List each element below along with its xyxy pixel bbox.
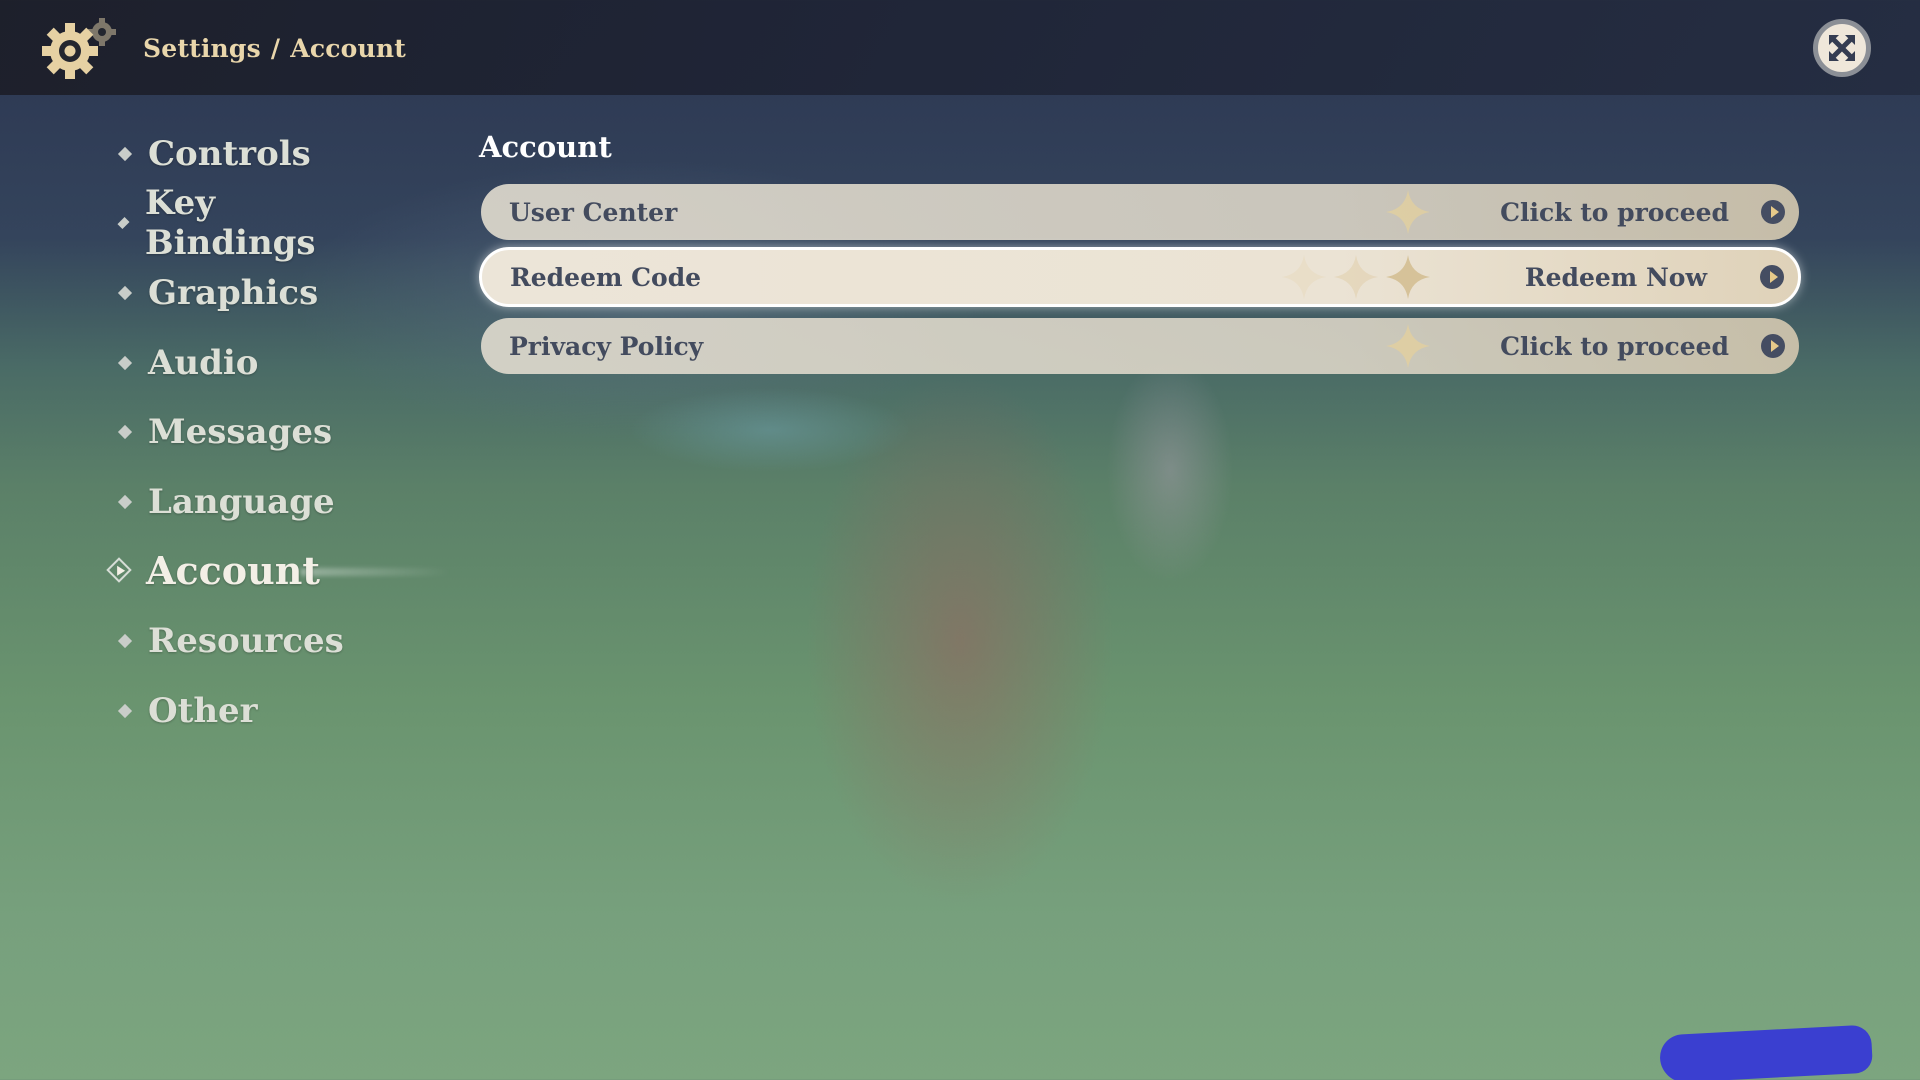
user-center-row[interactable]: User Center Click to proceed <box>481 184 1799 240</box>
sidebar-item-label: Other <box>148 691 258 731</box>
row-action: Click to proceed <box>1500 197 1729 227</box>
selection-glow <box>300 568 450 576</box>
sidebar-item-graphics[interactable]: Graphics <box>115 268 318 318</box>
arrow-right-icon <box>1761 200 1785 224</box>
sidebar-item-key-bindings[interactable]: Key Bindings <box>115 183 319 263</box>
redaction-scribble <box>1658 1024 1874 1080</box>
diamond-bullet-icon <box>117 424 133 440</box>
close-icon <box>1829 35 1855 61</box>
row-action: Redeem Now <box>1524 262 1707 292</box>
row-label: Privacy Policy <box>509 331 704 361</box>
sparkle-icon <box>1386 255 1430 299</box>
sidebar-item-account[interactable]: Account <box>106 545 320 595</box>
close-button[interactable] <box>1813 19 1871 77</box>
row-label: User Center <box>509 197 678 227</box>
breadcrumb-separator: / <box>270 33 281 63</box>
sidebar-item-controls[interactable]: Controls <box>115 129 311 179</box>
breadcrumb: Settings / Account <box>143 30 406 66</box>
gear-icon <box>42 18 116 79</box>
redeem-code-row[interactable]: Redeem Code Redeem Now <box>479 247 1801 307</box>
sparkle-icon <box>1334 255 1378 299</box>
row-action: Click to proceed <box>1500 331 1729 361</box>
row-label: Redeem Code <box>510 262 702 292</box>
selected-diamond-icon <box>106 557 132 583</box>
arrow-right-icon <box>1761 334 1785 358</box>
sparkle-icon <box>1282 255 1326 299</box>
arrow-right-icon <box>1760 265 1784 289</box>
sidebar-item-other[interactable]: Other <box>115 686 258 736</box>
diamond-bullet-icon <box>117 146 133 162</box>
sidebar-item-messages[interactable]: Messages <box>115 407 332 457</box>
sidebar-item-label: Graphics <box>148 273 319 313</box>
sparkle-icon <box>1386 190 1430 234</box>
diamond-bullet-icon <box>117 285 133 301</box>
sidebar-item-label: Language <box>148 482 335 522</box>
diamond-bullet-icon <box>117 217 130 229</box>
diamond-bullet-icon <box>117 633 133 649</box>
diamond-bullet-icon <box>117 703 133 719</box>
diamond-bullet-icon <box>117 355 133 371</box>
sidebar-item-resources[interactable]: Resources <box>115 616 344 666</box>
sparkle-icon <box>1386 324 1430 368</box>
top-bar: Settings / Account <box>0 0 1920 95</box>
section-title: Account <box>479 130 612 164</box>
sidebar-item-label: Key Bindings <box>144 183 316 263</box>
breadcrumb-settings[interactable]: Settings <box>143 34 261 63</box>
sidebar-item-label: Messages <box>148 412 333 452</box>
sidebar-item-label: Controls <box>148 134 311 174</box>
sidebar-item-audio[interactable]: Audio <box>115 338 258 388</box>
sidebar-item-language[interactable]: Language <box>115 477 335 527</box>
sidebar-item-label: Audio <box>148 343 259 383</box>
sidebar-item-label: Resources <box>148 621 344 661</box>
sidebar-item-label: Account <box>146 547 320 593</box>
breadcrumb-account: Account <box>290 33 407 63</box>
privacy-policy-row[interactable]: Privacy Policy Click to proceed <box>481 318 1799 374</box>
diamond-bullet-icon <box>117 494 133 510</box>
